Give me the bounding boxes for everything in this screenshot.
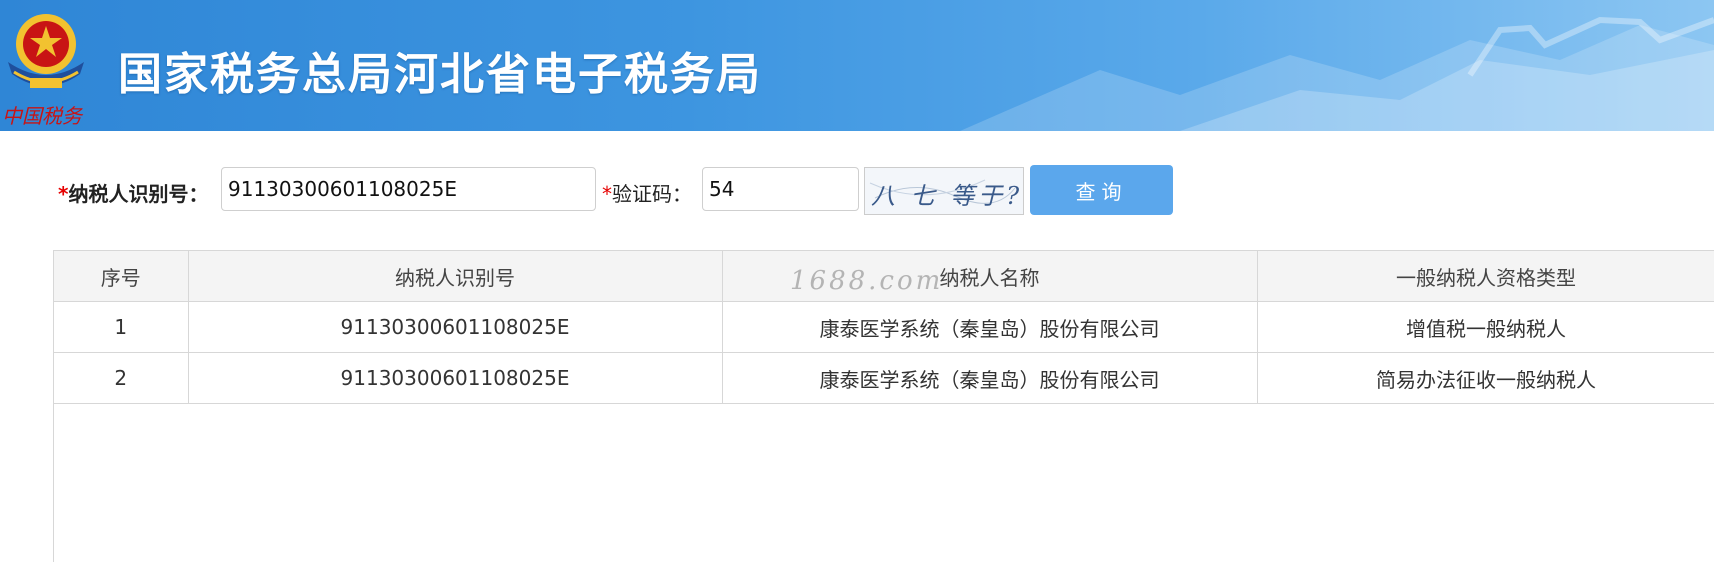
emblem-caption: 中国税务 [2, 104, 82, 128]
search-form: *纳税人识别号： *验证码： 八 七 等于? 查询 [0, 165, 1714, 215]
cell-taxpayer-id: 91130300601108025E [188, 301, 723, 353]
site-title: 国家税务总局河北省电子税务局 [118, 49, 762, 100]
cell-index: 2 [54, 352, 189, 404]
query-button[interactable]: 查询 [1030, 165, 1173, 215]
results-table: 序号 纳税人识别号 纳税人名称 一般纳税人资格类型 1 911303006011… [54, 251, 1714, 404]
cell-taxpayer-name: 康泰医学系统（秦皇岛）股份有限公司 [722, 352, 1258, 404]
captcha-image[interactable]: 八 七 等于? [864, 167, 1024, 215]
column-header-qualification-type[interactable]: 一般纳税人资格类型 [1257, 251, 1714, 302]
captcha-image-text: 八 七 等于? [871, 182, 1024, 210]
captcha-input[interactable] [702, 167, 859, 211]
cell-taxpayer-id: 91130300601108025E [188, 352, 723, 404]
results-table-container: 序号 纳税人识别号 纳税人名称 一般纳税人资格类型 1 911303006011… [53, 250, 1714, 562]
taxpayer-id-label-text: 纳税人识别号： [68, 182, 209, 206]
cell-qualification-type: 增值税一般纳税人 [1257, 301, 1714, 353]
captcha-label-text: 验证码： [612, 182, 692, 206]
cell-taxpayer-name: 康泰医学系统（秦皇岛）股份有限公司 [722, 301, 1258, 353]
taxpayer-id-label: *纳税人识别号： [58, 178, 208, 207]
header-banner: 中国税务 国家税务总局河北省电子税务局 [0, 0, 1714, 131]
table-row[interactable]: 2 91130300601108025E 康泰医学系统（秦皇岛）股份有限公司 简… [54, 352, 1714, 404]
taxpayer-id-input[interactable] [221, 167, 596, 211]
column-header-taxpayer-id[interactable]: 纳税人识别号 [188, 251, 723, 302]
table-header-row: 序号 纳税人识别号 纳税人名称 一般纳税人资格类型 [54, 251, 1714, 302]
column-header-taxpayer-name[interactable]: 纳税人名称 [722, 251, 1258, 302]
required-mark: * [602, 182, 612, 206]
required-mark: * [58, 182, 69, 206]
column-header-index[interactable]: 序号 [54, 251, 189, 302]
table-row[interactable]: 1 91130300601108025E 康泰医学系统（秦皇岛）股份有限公司 增… [54, 301, 1714, 353]
captcha-label: *验证码： [602, 178, 692, 207]
cell-qualification-type: 简易办法征收一般纳税人 [1257, 352, 1714, 404]
cell-index: 1 [54, 301, 189, 353]
